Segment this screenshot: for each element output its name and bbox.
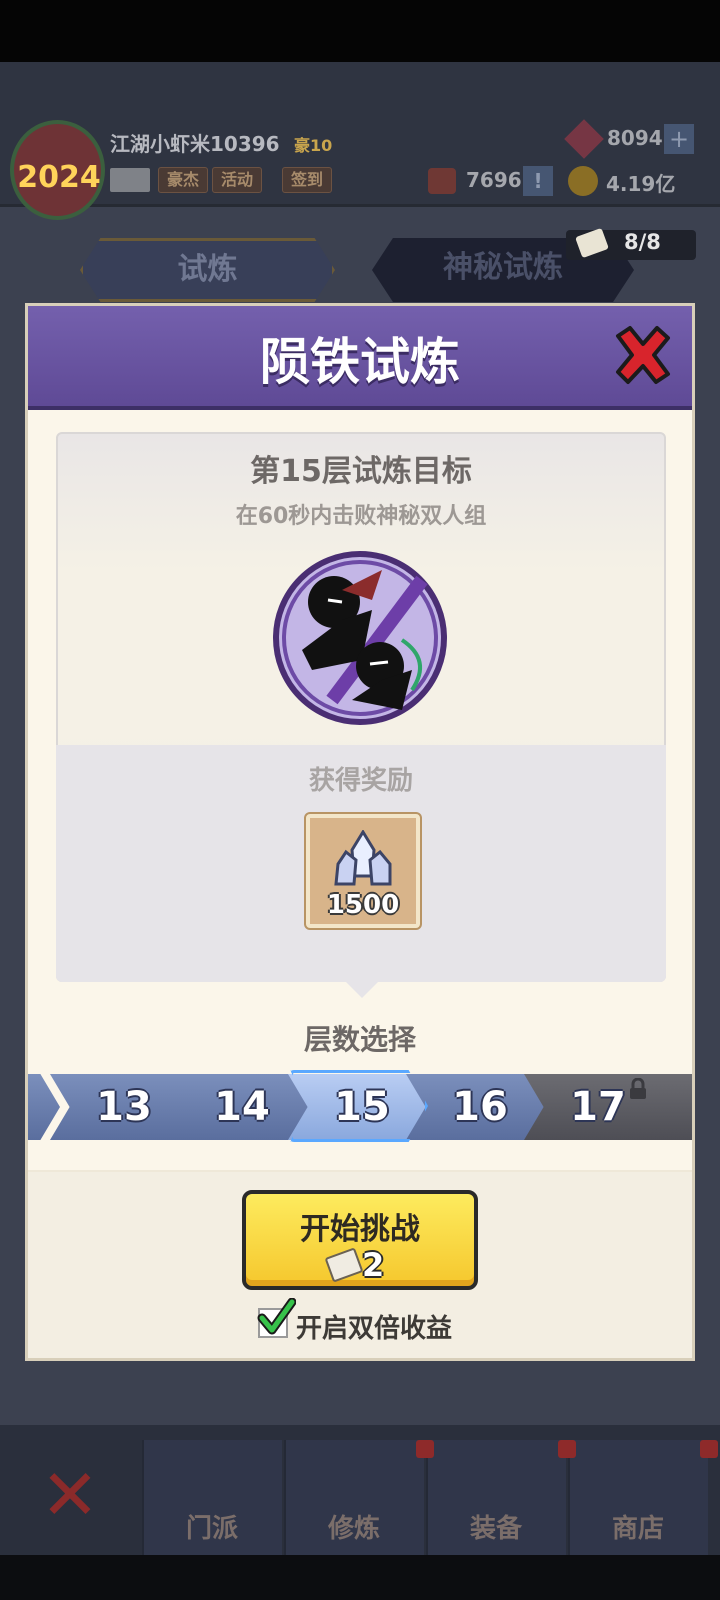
lock-icon xyxy=(630,1078,646,1099)
player-rank: 豪10 xyxy=(294,136,333,155)
scroll-count: 8/8 xyxy=(624,230,661,254)
floor-13[interactable]: 13 xyxy=(50,1074,190,1140)
tab-trial[interactable]: 试炼 xyxy=(80,238,335,302)
notification-dot xyxy=(416,1440,434,1458)
panel-pointer xyxy=(346,982,378,998)
checkin-button[interactable]: 签到 xyxy=(282,167,333,193)
notification-dot xyxy=(700,1440,718,1458)
notification-dot xyxy=(558,1440,576,1458)
start-challenge-label: 开始挑战 xyxy=(300,1212,420,1247)
dialog-title: 陨铁试炼 xyxy=(260,333,460,391)
nav-training-label: 修炼 xyxy=(327,1514,380,1544)
nav-shop-label: 商店 xyxy=(611,1514,664,1544)
player-name: 江湖小虾米10396 xyxy=(110,132,280,156)
token-info-button[interactable]: ! xyxy=(523,166,553,196)
nav-close-icon[interactable]: ✕ xyxy=(40,1460,100,1530)
nav-equipment-label: 装备 xyxy=(469,1514,522,1544)
status-bar xyxy=(0,0,720,62)
double-reward-label: 开启双倍收益 xyxy=(296,1314,453,1344)
coin-count: 4.19亿 xyxy=(606,172,676,196)
selected-floor-highlight xyxy=(290,1070,428,1142)
target-description: 在60秒内击败神秘双人组 xyxy=(235,504,487,529)
reward-title: 获得奖励 xyxy=(308,766,413,796)
nav-sect-label: 门派 xyxy=(185,1514,238,1544)
floor-14[interactable]: 14 xyxy=(168,1074,308,1140)
token-icon xyxy=(428,168,456,194)
close-icon[interactable] xyxy=(610,322,676,388)
coin-icon xyxy=(568,166,598,196)
reward-amount: 1500 xyxy=(326,890,400,920)
add-gems-button[interactable]: + xyxy=(664,124,694,154)
avatar-year-label: 2024 xyxy=(17,160,101,195)
activity-button[interactable]: 活动 xyxy=(212,167,263,193)
start-cost: 2 xyxy=(362,1246,385,1284)
token-count: 7696 xyxy=(466,168,522,192)
enemy-duo-portrait xyxy=(273,551,447,725)
floor-select-label: 层数选择 xyxy=(303,1023,416,1056)
mail-icon[interactable] xyxy=(110,168,150,192)
check-icon xyxy=(257,1298,296,1335)
hero-button[interactable]: 豪杰 xyxy=(158,167,209,193)
gem-count: 8094 xyxy=(607,126,663,150)
system-nav-bar xyxy=(0,1555,720,1600)
target-title: 第15层试炼目标 xyxy=(250,454,472,489)
floor-12[interactable]: 12 xyxy=(28,1074,60,1140)
